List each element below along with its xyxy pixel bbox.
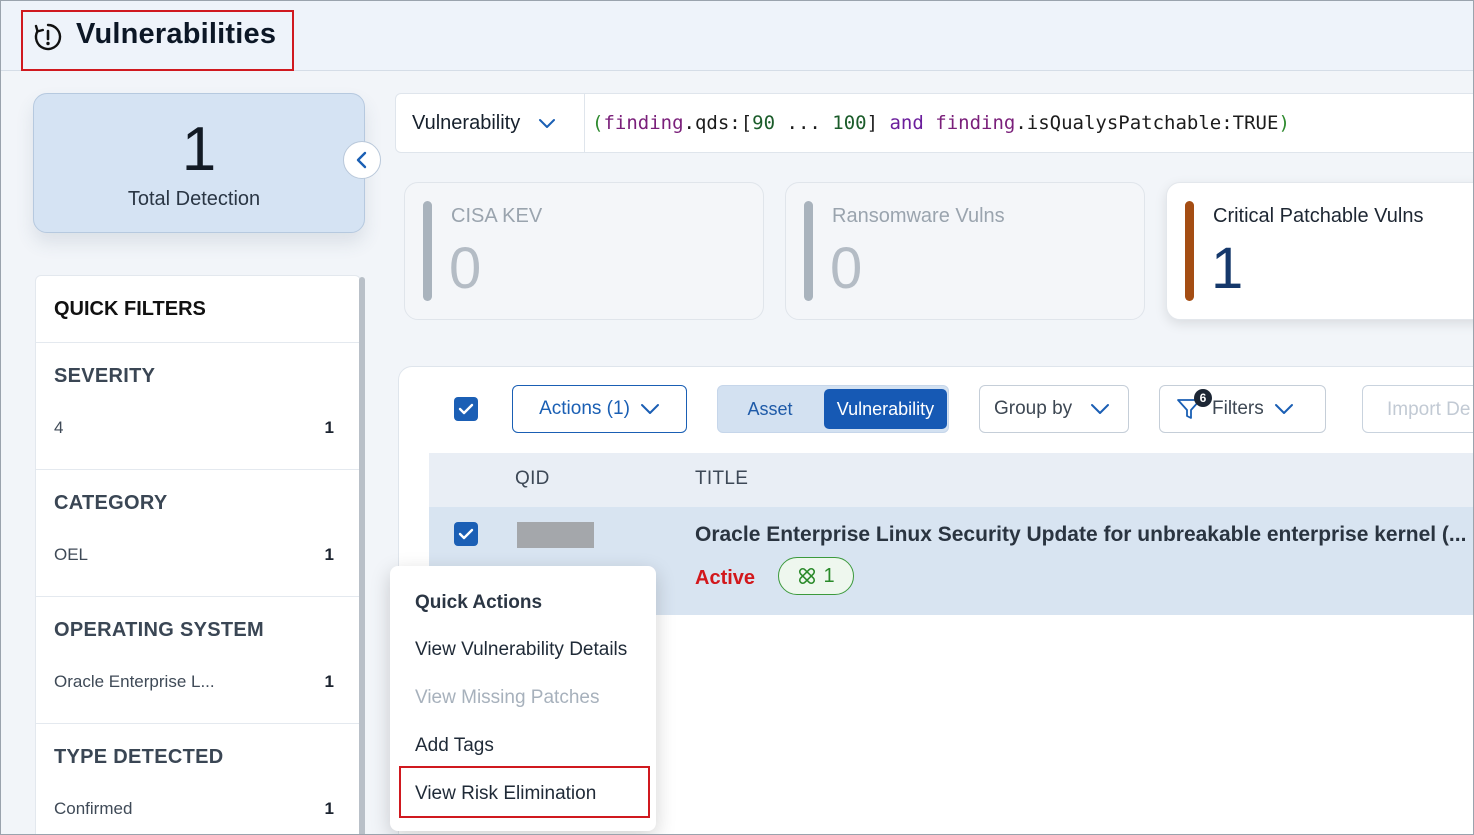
total-detection-label: Total Detection [127,188,261,210]
query-input[interactable]: (finding.qds:[90 ... 100] and finding.is… [592,112,1290,134]
filter-section-severity: SEVERITY 4 1 [36,342,362,470]
filter-count: 1 [324,545,334,564]
toggle-vulnerability[interactable]: Vulnerability [824,389,947,429]
query-token: ) [1278,112,1290,134]
filters-label: Filters [1212,398,1264,419]
stat-card-cisa-kev[interactable]: CISA KEV 0 [404,182,764,320]
actions-button[interactable]: Actions (1) [512,385,687,433]
chevron-down-icon [1091,404,1110,414]
collapse-sidebar-button[interactable] [343,141,381,179]
filter-item[interactable]: Oracle Enterprise L... [54,672,215,692]
query-token: .isQualysPatchable:TRUE [1015,112,1279,134]
total-detection-card: 1 Total Detection [33,93,365,233]
menu-highlight-box [399,766,650,818]
query-token: finding [603,112,684,134]
row-checkbox[interactable] [454,522,478,546]
filter-heading: CATEGORY [54,492,168,514]
actions-label: Actions (1) [539,398,630,419]
query-token: finding [935,112,1016,134]
filter-heading: OPERATING SYSTEM [54,619,265,641]
filter-count: 1 [324,418,334,437]
quick-actions-heading: Quick Actions [415,592,543,613]
stat-accent-bar [1185,201,1194,301]
select-all-checkbox[interactable] [454,397,478,421]
import-button[interactable]: Import De [1362,385,1473,433]
column-header-qid[interactable]: QID [515,468,550,490]
qid-value-redacted [517,522,594,548]
filters-button[interactable]: Filters [1159,385,1326,433]
toggle-asset[interactable]: Asset [718,386,822,432]
filter-section-operating-system: OPERATING SYSTEM Oracle Enterprise L... … [36,596,362,724]
row-title[interactable]: Oracle Enterprise Linux Security Update … [695,523,1473,547]
filter-item[interactable]: Confirmed [54,799,132,819]
table-header: QID TITLE [429,453,1473,507]
chevron-down-icon [1274,404,1293,414]
quick-filters-panel: QUICK FILTERS SEVERITY 4 1 CATEGORY OEL … [35,275,362,834]
filters-scrollbar[interactable] [359,277,365,834]
stat-card-ransomware-vulns[interactable]: Ransomware Vulns 0 [785,182,1145,320]
risk-elimination-pill[interactable]: 1 [778,557,854,595]
filter-heading: SEVERITY [54,365,156,387]
group-by-label: Group by [994,398,1073,419]
pill-count: 1 [823,564,835,587]
title-highlight-box [21,10,294,71]
query-token: .qds:[ [683,112,753,134]
check-icon [458,403,474,415]
query-divider [584,94,585,152]
filter-heading: TYPE DETECTED [54,746,224,768]
query-token: 100 [832,112,867,134]
stat-accent-bar [423,201,432,301]
menu-item-add-tags[interactable]: Add Tags [415,735,494,757]
query-token: ( [592,112,604,134]
chevron-down-icon [640,404,659,414]
group-by-dropdown[interactable]: Group by [979,385,1129,433]
filter-count: 1 [324,799,334,818]
chevron-down-icon[interactable] [538,118,556,130]
patch-icon [799,567,816,585]
stat-label: Critical Patchable Vulns [1213,205,1424,227]
query-token: and [889,112,924,134]
stat-accent-bar [804,201,813,301]
menu-item-view-vulnerability-details[interactable]: View Vulnerability Details [415,639,627,661]
query-bar: Vulnerability (finding.qds:[90 ... 100] … [395,93,1473,153]
stat-card-critical-patchable-vulns[interactable]: Critical Patchable Vulns 1 [1166,182,1473,320]
chevron-left-icon [356,151,367,169]
stat-value: 0 [449,236,482,301]
quick-filters-title: QUICK FILTERS [54,298,206,320]
stat-value: 0 [830,236,863,301]
query-token [924,112,935,134]
stat-label: Ransomware Vulns [832,205,1005,227]
filters-count-badge: 6 [1194,389,1212,407]
filter-section-type-detected: TYPE DETECTED Confirmed 1 [36,723,362,834]
menu-item-view-missing-patches: View Missing Patches [415,687,600,708]
check-icon [458,528,474,540]
filter-item[interactable]: 4 [54,418,63,438]
filter-count: 1 [324,672,334,691]
column-header-title[interactable]: TITLE [695,468,748,490]
app-frame: Vulnerabilities 1 Total Detection QUICK … [0,0,1474,835]
filter-item[interactable]: OEL [54,545,88,565]
query-token: 90 [752,112,776,134]
total-detection-value: 1 [181,115,217,184]
status-badge: Active [695,567,756,589]
query-token: ... [775,112,833,134]
query-type-dropdown[interactable]: Vulnerability [412,112,520,135]
query-token: ] [866,112,890,134]
stat-value: 1 [1211,236,1244,301]
stat-label: CISA KEV [451,205,543,227]
filter-section-category: CATEGORY OEL 1 [36,469,362,597]
view-toggle: Asset Vulnerability [717,385,949,433]
